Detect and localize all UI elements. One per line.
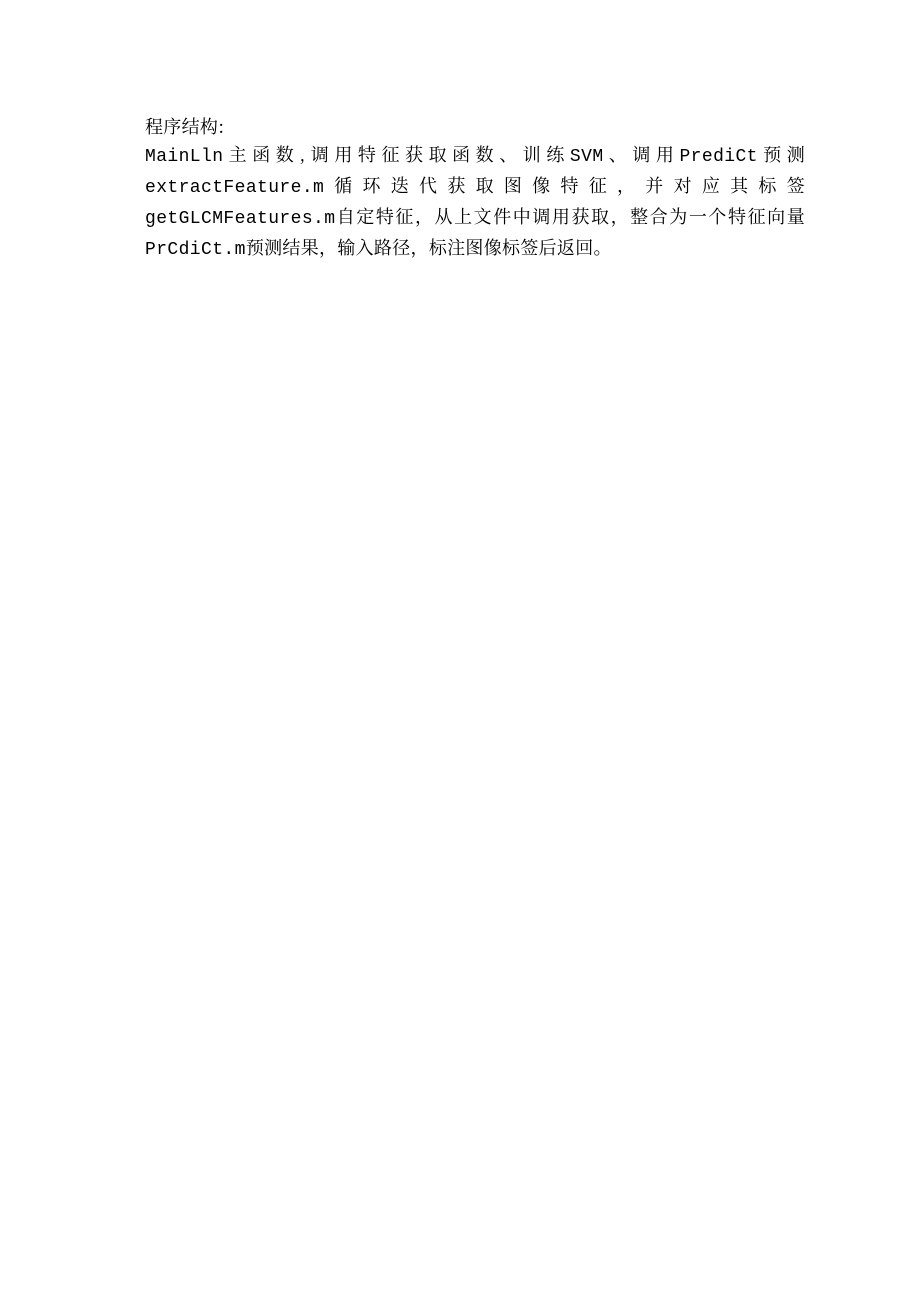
- text-segment: 自定特征，从上文件中调用获取，整合为一个特征向量: [335, 203, 805, 229]
- text-segment: 预测: [758, 141, 805, 167]
- document-page: 程序结构: MainLln主函数,调用特征获取函数、训练SVM、调用PrediC…: [0, 0, 920, 1301]
- code-term: getGLCMFeatures.m: [145, 209, 335, 229]
- text-segment: 主函数,调用特征获取函数、训练: [223, 141, 570, 167]
- code-term: MainLln: [145, 147, 223, 167]
- code-term: PrCdiCt.m: [145, 240, 246, 260]
- code-term: extractFeature.m: [145, 178, 324, 198]
- code-term: PrediCt: [679, 147, 757, 167]
- body-text: 程序结构: MainLln主函数,调用特征获取函数、训练SVM、调用PrediC…: [145, 112, 805, 264]
- text-segment: 、调用: [604, 141, 680, 167]
- text-segment: 循环迭代获取图像特征，并对应其标签: [324, 172, 805, 198]
- text-segment: 预测结果，输入路径，标注图像标签后返回。: [246, 234, 612, 260]
- text-segment: 程序结构:: [145, 113, 224, 139]
- code-term: SVM: [570, 147, 604, 167]
